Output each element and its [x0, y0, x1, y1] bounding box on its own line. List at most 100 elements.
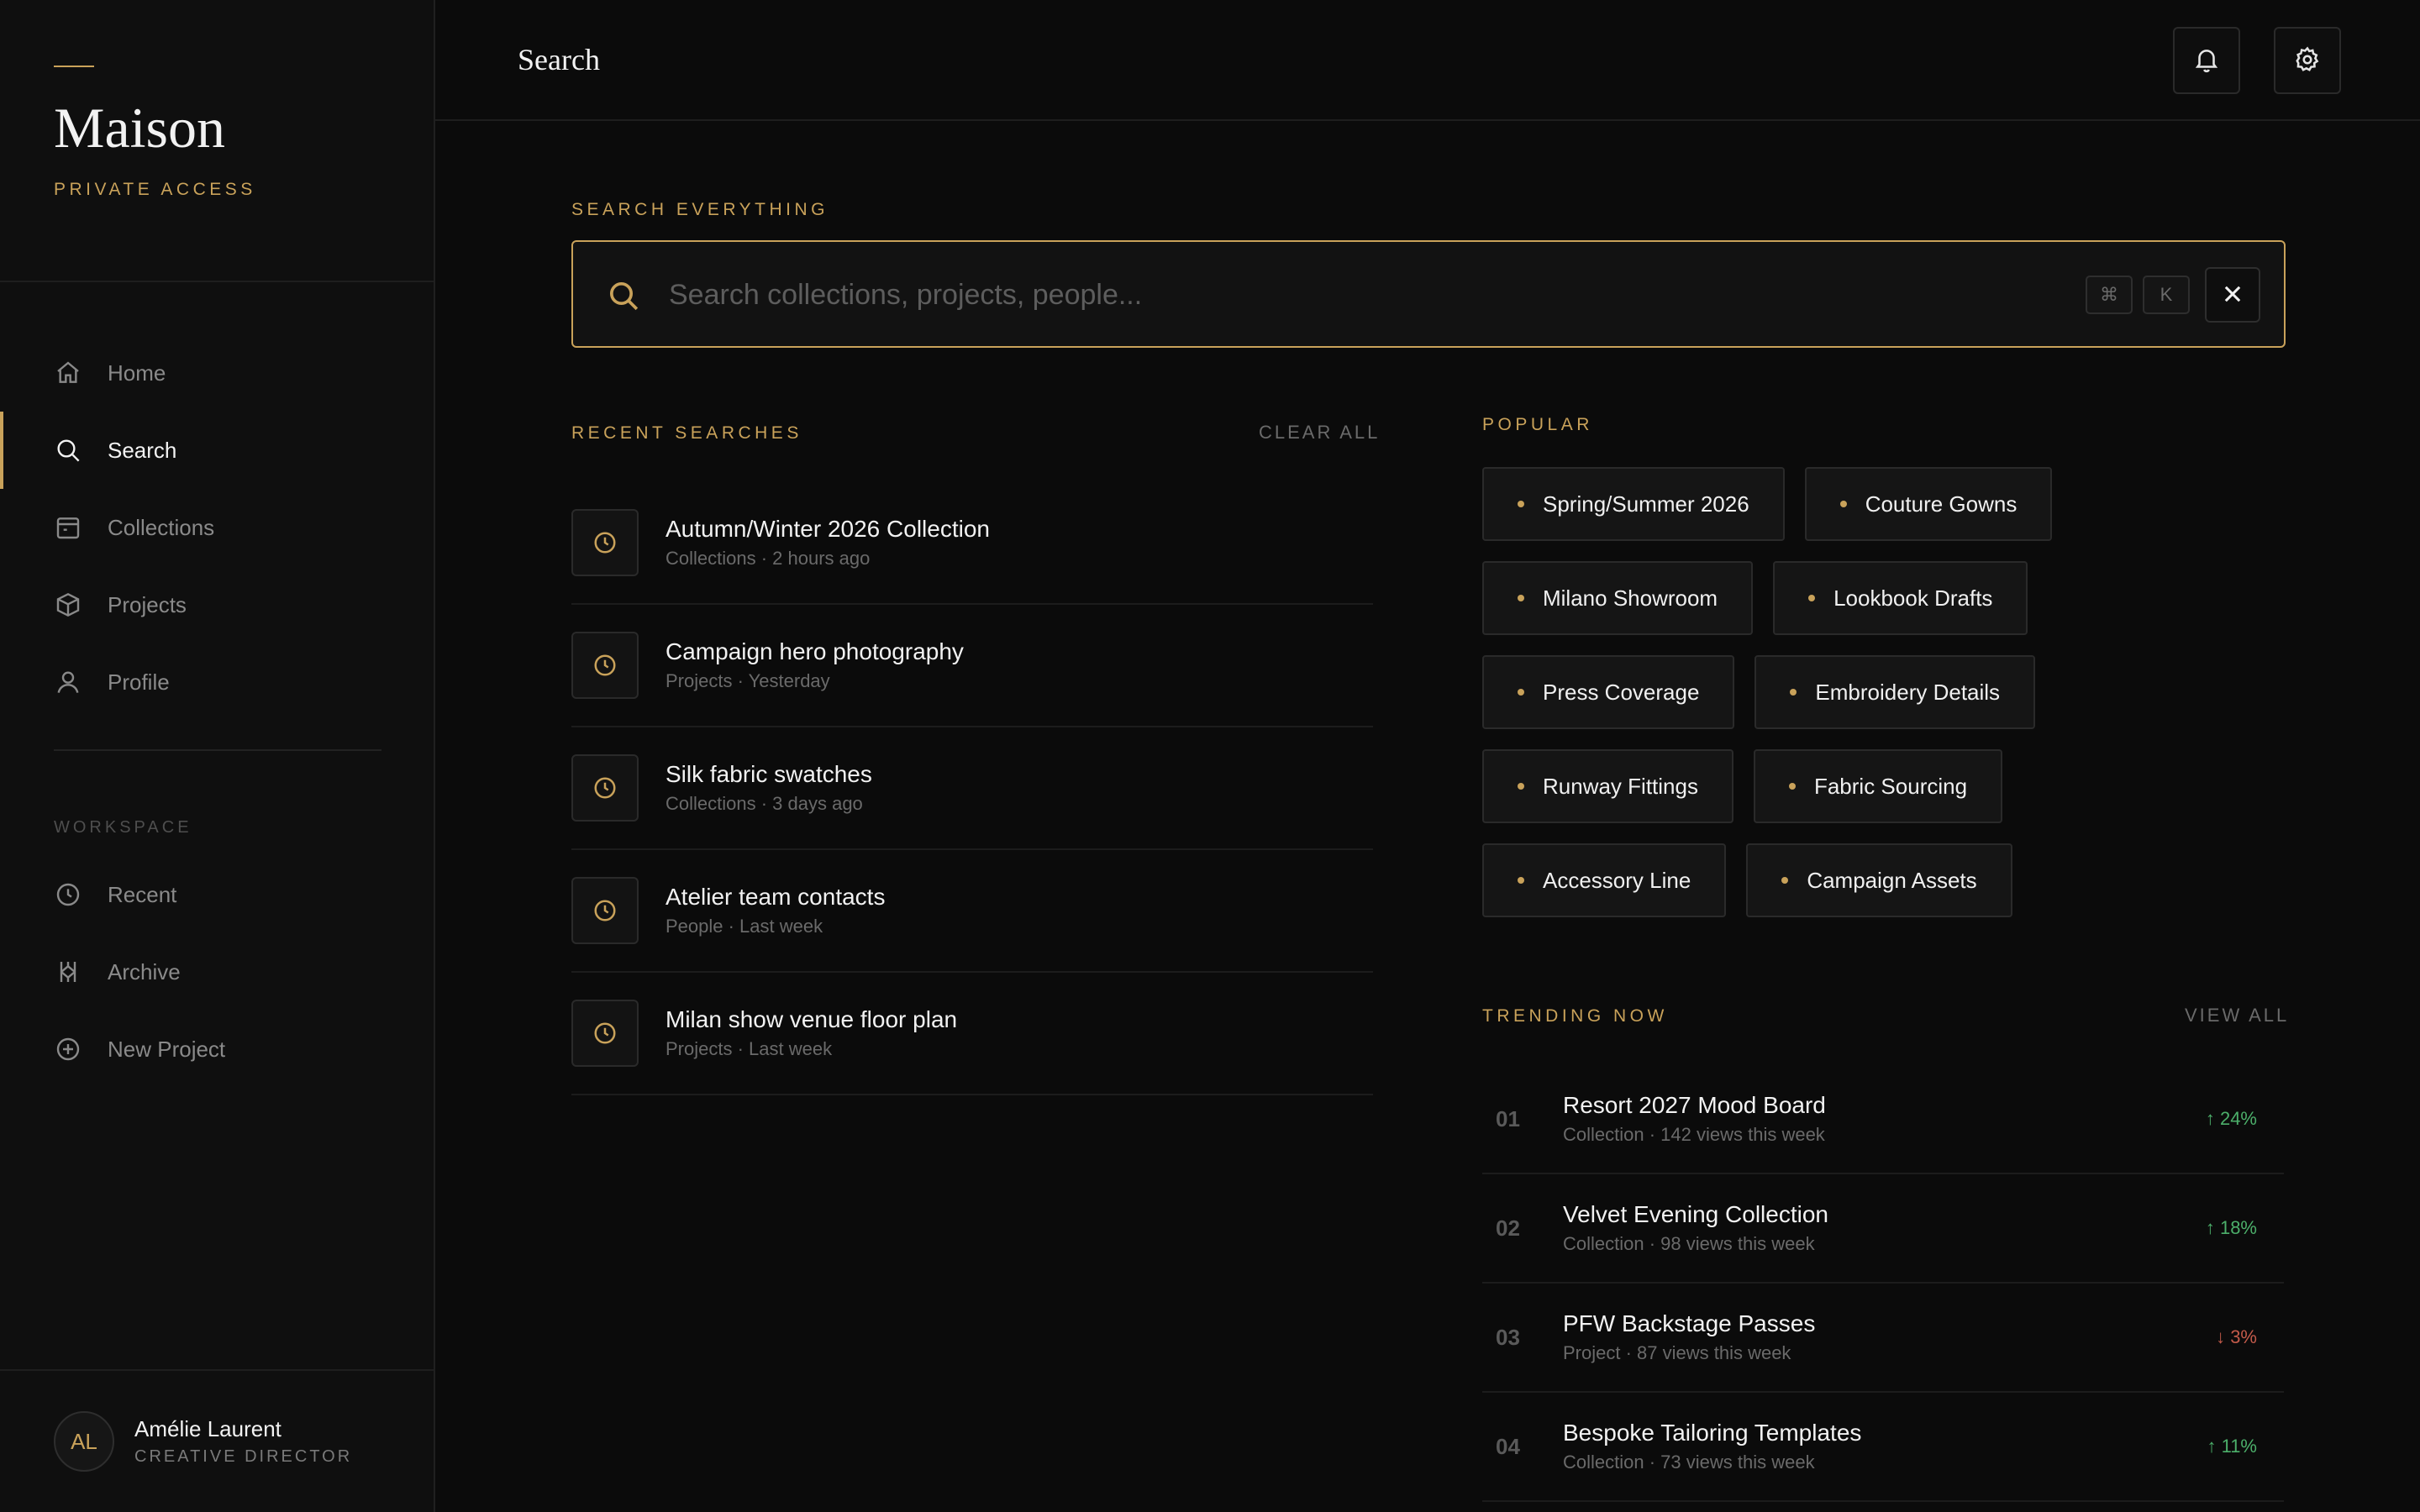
- table-row[interactable]: 04 Bespoke Tailoring Templates Collectio…: [1482, 1393, 2284, 1502]
- list-item[interactable]: Silk fabric swatches Collections · 3 day…: [571, 727, 1373, 850]
- tag-label: Accessory Line: [1543, 867, 1691, 893]
- recent-item-text: Silk fabric swatches Collections · 3 day…: [666, 761, 872, 815]
- sidebar-item-label: Collections: [108, 514, 215, 540]
- popular-tag[interactable]: Campaign Assets: [1746, 843, 2012, 917]
- sidebar-footer-divider: [0, 1369, 434, 1371]
- user-profile[interactable]: AL Amélie Laurent CREATIVE DIRECTOR: [54, 1411, 352, 1472]
- popular-tag[interactable]: Embroidery Details: [1754, 655, 2036, 729]
- tag-dot: [1518, 595, 1524, 601]
- popular-tag[interactable]: Press Coverage: [1482, 655, 1735, 729]
- recent-searches-list: Autumn/Winter 2026 Collection Collection…: [571, 482, 1373, 1095]
- table-row[interactable]: 01 Resort 2027 Mood Board Collection · 1…: [1482, 1065, 2284, 1174]
- sidebar-item-label: Home: [108, 360, 166, 386]
- sidebar-item-label: Recent: [108, 881, 177, 907]
- trend-title: Bespoke Tailoring Templates: [1563, 1420, 1862, 1446]
- popular-tag[interactable]: Milano Showroom: [1482, 561, 1754, 635]
- popular-tag[interactable]: Lookbook Drafts: [1773, 561, 2028, 635]
- clock-icon: [54, 880, 82, 909]
- tag-dot: [1781, 877, 1789, 884]
- recent-item-text: Atelier team contacts People · Last week: [666, 884, 885, 937]
- archive-icon: [54, 958, 82, 986]
- sidebar-item-archive[interactable]: Archive: [0, 933, 434, 1011]
- recent-item-text: Milan show venue floor plan Projects · L…: [666, 1006, 957, 1060]
- clear-search-button[interactable]: [2205, 267, 2260, 323]
- tag-label: Lookbook Drafts: [1833, 585, 1993, 611]
- trend-title: Resort 2027 Mood Board: [1563, 1092, 1826, 1118]
- tag-label: Milano Showroom: [1543, 585, 1718, 611]
- trend-change: ↑ 18%: [2205, 1217, 2257, 1238]
- tag-row: Spring/Summer 2026 Couture Gowns: [1482, 467, 2289, 541]
- brand-name: Maison: [54, 96, 225, 160]
- tag-dot: [1518, 877, 1524, 884]
- brand: Maison PRIVATE ACCESS: [54, 66, 256, 200]
- app-root: Maison PRIVATE ACCESS Home Search Collec…: [0, 0, 2420, 1512]
- popular-tag[interactable]: Couture Gowns: [1804, 467, 2053, 541]
- clock-icon: [571, 877, 639, 944]
- trend-meta: Collection · 73 views this week: [1563, 1452, 1815, 1473]
- search-section-label: SEARCH EVERYTHING: [571, 200, 829, 219]
- popular-tag[interactable]: Spring/Summer 2026: [1482, 467, 1785, 541]
- clock-icon: [571, 754, 639, 822]
- main-nav: Home Search Collections Projects Profile: [0, 334, 434, 721]
- tag-dot: [1839, 501, 1847, 507]
- recent-item-meta: Projects · Last week: [666, 1038, 833, 1059]
- tag-dot: [1808, 595, 1816, 601]
- trend-rank: 02: [1496, 1215, 1520, 1241]
- workspace-label: WORKSPACE: [54, 818, 192, 837]
- sidebar-divider: [0, 281, 434, 282]
- top-header: Search: [435, 0, 2420, 121]
- tag-dot: [1518, 783, 1524, 790]
- popular-tag[interactable]: Fabric Sourcing: [1753, 749, 2003, 823]
- tag-row: Accessory Line Campaign Assets: [1482, 843, 2289, 917]
- user-role: CREATIVE DIRECTOR: [134, 1447, 353, 1466]
- sidebar-item-label: Profile: [108, 669, 170, 695]
- recent-item-meta: Collections · 3 days ago: [666, 793, 863, 814]
- trend-meta: Collection · 142 views this week: [1563, 1124, 1825, 1145]
- clear-all-button[interactable]: CLEAR ALL: [1259, 422, 1380, 444]
- sidebar: Maison PRIVATE ACCESS Home Search Collec…: [0, 0, 435, 1512]
- trend-text: Resort 2027 Mood Board Collection · 142 …: [1563, 1092, 1826, 1146]
- tag-row: Press Coverage Embroidery Details: [1482, 655, 2289, 729]
- view-all-button[interactable]: VIEW ALL: [2185, 1005, 2289, 1026]
- trend-rank: 01: [1496, 1105, 1520, 1131]
- trend-text: Bespoke Tailoring Templates Collection ·…: [1563, 1420, 1861, 1473]
- sidebar-item-recent[interactable]: Recent: [0, 856, 434, 933]
- tag-label: Campaign Assets: [1807, 867, 1977, 893]
- gear-icon: [2293, 45, 2322, 76]
- recent-item-meta: Collections · 2 hours ago: [666, 548, 871, 569]
- recent-item-title: Silk fabric swatches: [666, 761, 872, 787]
- sidebar-item-search[interactable]: Search: [0, 412, 434, 489]
- list-item[interactable]: Milan show venue floor plan Projects · L…: [571, 973, 1373, 1095]
- list-item[interactable]: Atelier team contacts People · Last week: [571, 850, 1373, 973]
- tag-label: Embroidery Details: [1815, 679, 2001, 705]
- sidebar-item-home[interactable]: Home: [0, 334, 434, 412]
- list-item[interactable]: Campaign hero photography Projects · Yes…: [571, 605, 1373, 727]
- tag-label: Runway Fittings: [1543, 773, 1698, 799]
- list-item[interactable]: Autumn/Winter 2026 Collection Collection…: [571, 482, 1373, 605]
- popular-tag[interactable]: Accessory Line: [1482, 843, 1727, 917]
- sidebar-item-projects[interactable]: Projects: [0, 566, 434, 643]
- tag-label: Press Coverage: [1543, 679, 1700, 705]
- table-row[interactable]: 03 PFW Backstage Passes Project · 87 vie…: [1482, 1284, 2284, 1393]
- tag-dot: [1790, 689, 1797, 696]
- table-row[interactable]: 02 Velvet Evening Collection Collection …: [1482, 1174, 2284, 1284]
- trending-list: 01 Resort 2027 Mood Board Collection · 1…: [1482, 1065, 2284, 1502]
- trend-change: ↑ 11%: [2207, 1436, 2257, 1457]
- shortcut-modifier-key: ⌘: [2086, 276, 2133, 314]
- trend-meta: Collection · 98 views this week: [1563, 1233, 1815, 1254]
- popular-tag[interactable]: Runway Fittings: [1482, 749, 1733, 823]
- sidebar-item-new-project[interactable]: New Project: [0, 1011, 434, 1088]
- nav-divider: [54, 749, 381, 751]
- tag-dot: [1518, 689, 1524, 696]
- sidebar-item-label: New Project: [108, 1036, 226, 1062]
- tag-label: Fabric Sourcing: [1813, 773, 1968, 799]
- tag-dot: [1788, 783, 1796, 790]
- home-icon: [54, 359, 82, 387]
- search-icon: [607, 279, 640, 312]
- sidebar-item-collections[interactable]: Collections: [0, 489, 434, 566]
- sidebar-item-profile[interactable]: Profile: [0, 643, 434, 721]
- settings-button[interactable]: [2274, 27, 2341, 94]
- notifications-button[interactable]: [2173, 27, 2240, 94]
- sidebar-item-label: Archive: [108, 958, 181, 984]
- search-input[interactable]: [667, 267, 1978, 323]
